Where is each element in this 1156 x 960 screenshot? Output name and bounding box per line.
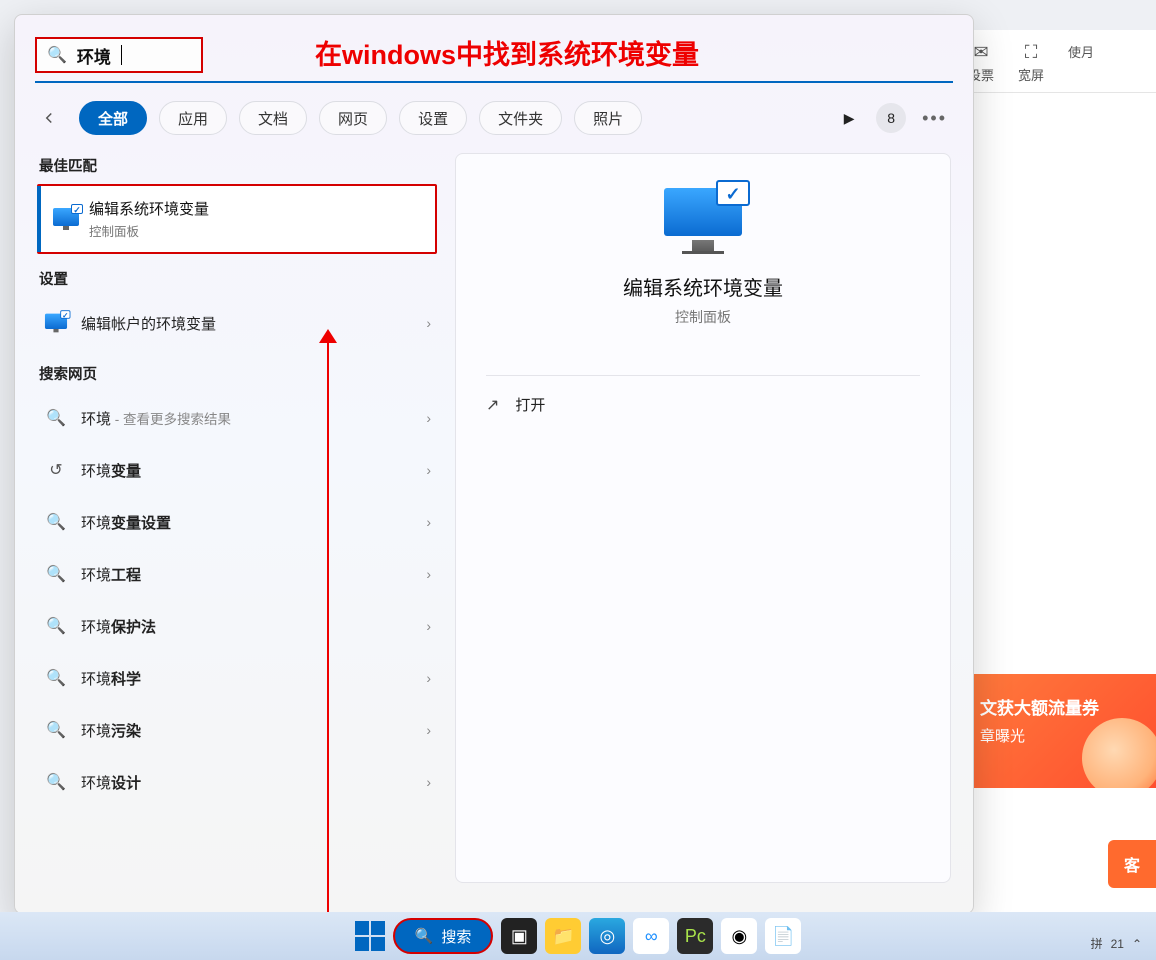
search-bar: 🔍 环境 在windows中找到系统环境变量	[35, 29, 953, 83]
result-web-item[interactable]: 🔍环境设计›	[37, 756, 437, 808]
feedback-tab[interactable]: 客	[1108, 840, 1156, 888]
chevron-right-icon: ›	[426, 514, 431, 530]
chevron-right-icon: ›	[426, 462, 431, 478]
windows-search-flyout: 🔍 环境 在windows中找到系统环境变量 全部 应用 文档 网页 设置 文件…	[14, 14, 974, 914]
annotation-text: 在windows中找到系统环境变量	[315, 33, 699, 72]
play-icon[interactable]: ▶	[834, 103, 864, 133]
chevron-right-icon: ›	[426, 722, 431, 738]
history-icon: ↺	[43, 460, 69, 480]
tab-folders[interactable]: 文件夹	[479, 101, 562, 135]
taskbar-chrome-icon[interactable]: ◉	[721, 918, 757, 954]
taskbar-pycharm-icon[interactable]: Pc	[677, 918, 713, 954]
result-web-item[interactable]: 🔍环境科学›	[37, 652, 437, 704]
vote-icon: ✉	[973, 42, 988, 63]
taskbar-search[interactable]: 🔍搜索	[393, 918, 494, 954]
monitor-icon: ✓	[664, 188, 742, 254]
text-cursor	[121, 45, 122, 65]
section-websearch: 搜索网页	[39, 363, 437, 384]
bestmatch-title: 编辑系统环境变量	[89, 198, 209, 219]
search-icon: 🔍	[43, 668, 69, 688]
preview-title: 编辑系统环境变量	[623, 272, 783, 301]
result-bestmatch[interactable]: ✓ 编辑系统环境变量 控制面板	[37, 184, 437, 254]
promo-graphic	[1082, 718, 1156, 788]
bestmatch-subtitle: 控制面板	[89, 221, 209, 240]
section-bestmatch: 最佳匹配	[39, 155, 437, 176]
annotation-arrowhead	[319, 329, 337, 343]
filter-tabs: 全部 应用 文档 网页 设置 文件夹 照片 ▶ 8 •••	[37, 101, 951, 135]
expand-icon: ⛶	[1025, 42, 1038, 63]
result-web-item[interactable]: 🔍环境保护法›	[37, 600, 437, 652]
system-tray[interactable]: 拼 21 ⌃	[1091, 935, 1142, 952]
search-icon: 🔍	[43, 772, 69, 792]
tab-docs[interactable]: 文档	[239, 101, 307, 135]
tab-apps[interactable]: 应用	[159, 101, 227, 135]
search-icon: 🔍	[47, 45, 67, 65]
open-button[interactable]: ↗ 打开	[486, 375, 920, 415]
result-settings-item[interactable]: ✓ 编辑帐户的环境变量 ›	[37, 297, 437, 349]
result-web-item[interactable]: 🔍环境工程›	[37, 548, 437, 600]
taskbar-notepad-icon[interactable]: 📄	[765, 918, 801, 954]
result-web-item[interactable]: ↺环境变量›	[37, 444, 437, 496]
chevron-right-icon: ›	[426, 670, 431, 686]
search-input[interactable]: 🔍 环境	[35, 37, 203, 73]
tray-input-icon: 拼	[1091, 935, 1103, 952]
tab-web[interactable]: 网页	[319, 101, 387, 135]
results-list: 最佳匹配 ✓ 编辑系统环境变量 控制面板 设置 ✓ 编辑帐户的环境变量 › 搜索…	[37, 153, 437, 883]
taskbar-taskview-icon[interactable]: ▣	[501, 918, 537, 954]
chevron-right-icon: ›	[426, 410, 431, 426]
search-icon: 🔍	[43, 512, 69, 532]
start-button[interactable]	[355, 921, 385, 951]
use-button[interactable]: 使月	[1068, 42, 1094, 84]
search-icon: 🔍	[43, 408, 69, 428]
taskbar-explorer-icon[interactable]: 📁	[545, 918, 581, 954]
search-query-text: 环境	[77, 43, 111, 68]
search-icon: 🔍	[43, 720, 69, 740]
open-icon: ↗	[486, 395, 499, 415]
page-toolbar: ✉投票 ⛶宽屏 使月	[956, 30, 1156, 93]
preview-panel: ✓ 编辑系统环境变量 控制面板 ↗ 打开	[455, 153, 951, 883]
chevron-right-icon: ›	[426, 315, 431, 331]
count-badge[interactable]: 8	[876, 103, 906, 133]
section-settings: 设置	[39, 268, 437, 289]
taskbar-baidu-icon[interactable]: ∞	[633, 918, 669, 954]
taskbar-edge-icon[interactable]: ◎	[589, 918, 625, 954]
promo-line1: 文获大额流量券	[966, 674, 1156, 725]
chevron-right-icon: ›	[426, 618, 431, 634]
tab-settings[interactable]: 设置	[399, 101, 467, 135]
preview-subtitle: 控制面板	[675, 307, 731, 327]
search-icon: 🔍	[43, 616, 69, 636]
annotation-arrow	[327, 335, 329, 915]
tab-all[interactable]: 全部	[79, 101, 147, 135]
result-web-more[interactable]: 🔍 环境 - 查看更多搜索结果 ›	[37, 392, 437, 444]
promo-banner[interactable]: 文获大额流量券 章曝光	[966, 674, 1156, 788]
chevron-right-icon: ›	[426, 566, 431, 582]
result-web-item[interactable]: 🔍环境变量设置›	[37, 496, 437, 548]
chevron-right-icon: ›	[426, 774, 431, 790]
tab-photos[interactable]: 照片	[574, 101, 642, 135]
back-button[interactable]	[37, 106, 61, 130]
search-icon: 🔍	[43, 564, 69, 584]
result-web-item[interactable]: 🔍环境污染›	[37, 704, 437, 756]
more-icon[interactable]: •••	[918, 108, 951, 129]
search-icon: 🔍	[415, 927, 434, 945]
taskbar: 🔍搜索 ▣ 📁 ◎ ∞ Pc ◉ 📄 拼 21 ⌃	[0, 912, 1156, 960]
tray-chevron-icon: ⌃	[1132, 937, 1142, 951]
monitor-icon: ✓	[53, 208, 79, 230]
widescreen-button[interactable]: ⛶宽屏	[1018, 42, 1044, 84]
monitor-icon: ✓	[45, 314, 67, 333]
